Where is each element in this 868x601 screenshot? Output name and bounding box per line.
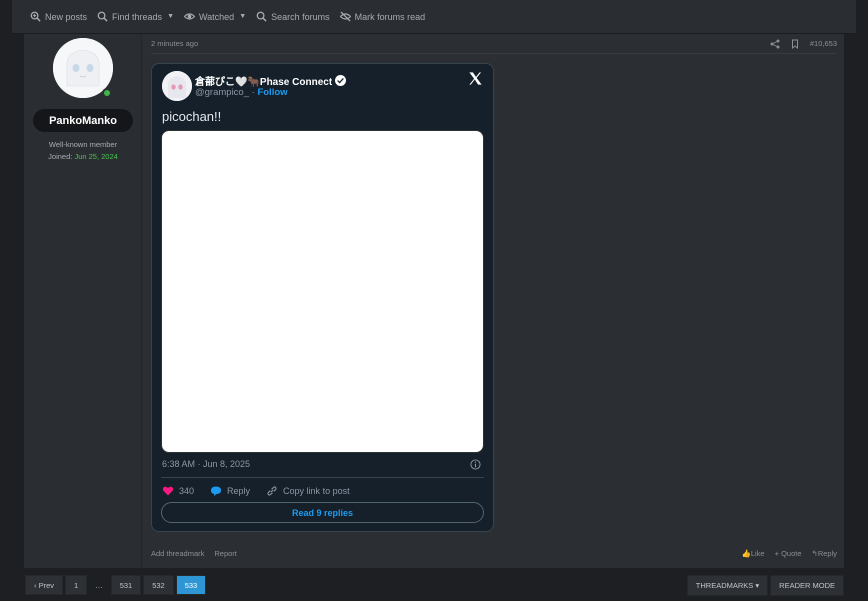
joined-date: Jun 25, 2024 [74,152,118,161]
page-link-1[interactable]: 1 [65,575,88,595]
pagination: ‹ Prev 1 … 531 532 533 [25,575,207,595]
message-header: 2 minutes ago #10,653 [151,34,837,54]
reply-label: Reply [227,486,251,496]
tweet-divider [161,477,484,478]
user-info-pane: PankoManko Well-known member Joined: Jun… [24,34,142,568]
like-button[interactable]: 👍Like [742,549,765,558]
tweet-separator: · [251,87,255,98]
eye-icon [184,13,195,20]
reply-button[interactable]: ↰Reply [812,549,837,558]
bookmark-icon[interactable] [790,39,800,49]
thread-tools: THREADMARKS ▾ READER MODE [686,575,844,596]
read-replies-button[interactable]: Read 9 replies [161,502,484,523]
tweet-author-name: 倉蔀ぴこ🤍🐂Phase Connect [195,77,333,88]
x-logo-icon[interactable] [468,71,483,86]
post-time[interactable]: 2 minutes ago [151,39,198,48]
joined-label: Joined: [48,152,73,161]
nav-find-threads[interactable]: Find threads ▼ [97,11,174,22]
user-joined: Joined: Jun 25, 2024 [24,152,142,161]
quote-button[interactable]: + Quote [775,549,802,558]
page-ellipsis[interactable]: … [89,575,109,595]
add-threadmark-link[interactable]: Add threadmark [151,549,204,558]
thumbs-up-icon: 👍 [741,548,751,558]
nav-search-forums[interactable]: Search forums [256,11,330,22]
tweet-text: picochan!! [162,109,222,124]
chevron-down-icon: ▼ [167,13,174,20]
page-link-531[interactable]: 531 [110,575,142,595]
user-title: Well-known member [48,140,118,149]
nav-new-posts-label: New posts [45,11,88,22]
verified-badge-icon [335,75,347,86]
search-plus-icon [30,11,41,22]
nav-watched[interactable]: Watched ▼ [184,11,246,22]
tweet-reply-button[interactable]: Reply [210,485,250,497]
tweet-embed: 倉蔀ぴこ🤍🐂Phase Connect @grampico_ · Follow … [151,63,494,532]
threadmarks-button[interactable]: THREADMARKS ▾ [686,575,769,596]
tweet-media[interactable] [161,130,484,453]
page-link-533[interactable]: 533 [175,575,207,595]
follow-link[interactable]: Follow [257,87,287,98]
page-link-532[interactable]: 532 [143,575,174,595]
tweet-avatar-image [162,71,192,101]
tweet-handle[interactable]: @grampico_ [195,87,249,98]
tweet-author-name-row[interactable]: 倉蔀ぴこ🤍🐂Phase Connect [195,73,347,88]
post-container: PankoManko Well-known member Joined: Jun… [24,34,844,568]
share-icon[interactable] [770,39,780,49]
reader-mode-button[interactable]: READER MODE [770,575,844,596]
like-button-label: Like [750,548,765,558]
tweet-actions: 340 Reply Copy link to post [162,485,366,497]
nav-watched-label: Watched [199,11,235,22]
tweet-handle-row: @grampico_ · Follow [195,87,288,98]
tweet-copy-link-button[interactable]: Copy link to post [266,485,350,497]
username[interactable]: PankoManko [33,109,133,132]
heart-icon [162,486,174,496]
link-icon [267,486,277,496]
nav-find-threads-label: Find threads [112,11,163,22]
like-count: 340 [179,486,195,496]
nav-new-posts[interactable]: New posts [30,11,87,22]
tweet-like-button[interactable]: 340 [162,485,194,497]
online-indicator [102,88,112,98]
chevron-down-icon: ▼ [239,13,247,20]
search-icon [256,11,267,22]
search-icon [97,11,108,22]
tweet-timestamp[interactable]: 6:38 AM · Jun 8, 2025 [162,459,250,469]
tweet-author-avatar[interactable] [162,71,192,101]
copy-link-label: Copy link to post [283,486,350,496]
message-footer: Add threadmark Report 👍Like + Quote ↰Rep… [151,546,837,560]
eye-slash-icon [339,11,351,22]
nav-mark-forums-read-label: Mark forums read [354,11,426,22]
top-nav: New posts Find threads ▼ Watched ▼ Searc… [12,0,856,34]
post-number[interactable]: #10,653 [810,39,837,48]
report-link[interactable]: Report [214,549,237,558]
nav-mark-forums-read[interactable]: Mark forums read [339,11,426,22]
info-icon[interactable] [470,459,481,470]
prev-page-button[interactable]: ‹ Prev [25,575,64,595]
nav-search-forums-label: Search forums [271,11,330,22]
reply-button-label: Reply [817,548,837,558]
reply-bubble-icon [211,486,222,496]
